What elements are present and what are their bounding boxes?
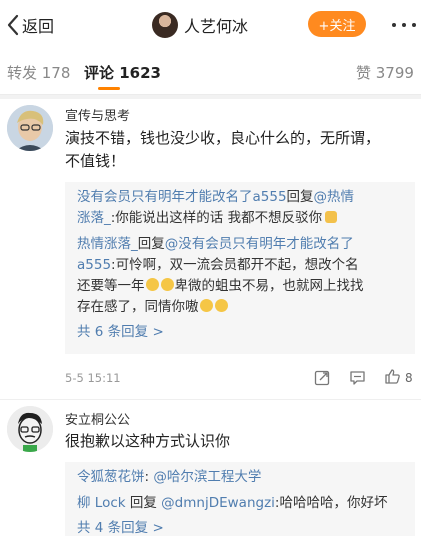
- user-header[interactable]: 人艺何冰: [152, 11, 248, 39]
- emoji-icon: [199, 299, 213, 312]
- reply-line: 还要等一年 卑微的蛆虫不易，也就网上找找: [77, 276, 411, 297]
- reply-text: :哈哈哈哈，你好坏: [274, 495, 388, 511]
- thumbs-up-emoji-icon: [325, 211, 338, 223]
- avatar[interactable]: [7, 105, 53, 151]
- user-name[interactable]: 人艺何冰: [184, 13, 248, 37]
- comment-item: 安立桐公公 很抱歉以这种方式认识你 令狐葱花饼: @哈尔滨工程大学 柳 Lock…: [0, 400, 421, 536]
- emoji-icon: [214, 299, 228, 312]
- comment-text-line: 不值钱！: [65, 152, 126, 170]
- emoji-icon: [160, 278, 174, 291]
- chevron-left-icon: [7, 14, 19, 36]
- reply-author[interactable]: 没有会员只有明年才能改名了a555: [77, 189, 287, 205]
- thumbs-up-icon[interactable]: [384, 368, 401, 385]
- reply-author[interactable]: 柳 Lock: [77, 495, 126, 511]
- tab-bar: 转发 178 评论 1623 赞 3799: [0, 50, 421, 95]
- more-replies-link[interactable]: 共 6 条回复 >: [77, 322, 411, 343]
- reply-author[interactable]: 令狐葱花饼: [77, 469, 145, 485]
- reply-text: 还要等一年: [77, 278, 145, 294]
- mention-link[interactable]: @dmnjDEwangzi: [161, 495, 275, 511]
- avatar[interactable]: [152, 12, 178, 38]
- reply-preview[interactable]: 没有会员只有明年才能改名了a555回复@热情 涨落_:你能说出这样的话 我都不想…: [65, 182, 415, 354]
- active-tab-indicator: [98, 87, 120, 90]
- reply-line: 涨落_:你能说出这样的话 我都不想反驳你: [77, 208, 411, 229]
- mention-link[interactable]: a555: [77, 257, 111, 273]
- reply-verb: 回复: [125, 495, 162, 511]
- comment-text-line: 演技不错，钱也没少收，良心什么的，无所谓，: [65, 129, 381, 147]
- mention-link[interactable]: @哈尔滨工程大学: [153, 469, 261, 485]
- reply-line: 柳 Lock 回复 @dmnjDEwangzi:哈哈哈哈，你好坏: [77, 493, 411, 514]
- mention-link[interactable]: @没有会员只有明年才能改名了: [165, 236, 354, 252]
- reply-preview[interactable]: 令狐葱花饼: @哈尔滨工程大学 柳 Lock 回复 @dmnjDEwangzi:…: [65, 462, 415, 536]
- emoji-icon: [145, 278, 159, 291]
- reply-text: 卑微的蛆虫不易，也就网上找找: [174, 278, 364, 294]
- reply-line: 令狐葱花饼: @哈尔滨工程大学: [77, 467, 411, 488]
- tab-comments[interactable]: 评论 1623: [84, 62, 161, 83]
- comment-item: 宣传与思考 演技不错，钱也没少收，良心什么的，无所谓， 不值钱！ 没有会员只有明…: [0, 99, 421, 399]
- back-label: 返回: [22, 17, 55, 36]
- reply-text: 存在感了，同情你嗷: [77, 299, 199, 315]
- reply-text: :你能说出这样的话 我都不想反驳你: [110, 210, 323, 226]
- comment-text: 演技不错，钱也没少收，良心什么的，无所谓， 不值钱！: [65, 127, 411, 173]
- reply-line: 热情涨落_回复@没有会员只有明年才能改名了: [77, 234, 411, 255]
- back-button[interactable]: 返回: [6, 12, 54, 38]
- tab-likes[interactable]: 赞 3799: [356, 62, 414, 83]
- comment-author[interactable]: 宣传与思考: [65, 105, 130, 124]
- mention-link[interactable]: @热情: [314, 189, 355, 205]
- reply-verb: 回复: [286, 189, 314, 205]
- comment-text: 很抱歉以这种方式认识你: [65, 430, 411, 453]
- comment-icon[interactable]: [349, 369, 366, 386]
- reply-text: :可怜啊，双一流会员都开不起，想改个名: [111, 257, 359, 273]
- reply-line: 没有会员只有明年才能改名了a555回复@热情: [77, 187, 411, 208]
- avatar[interactable]: [7, 406, 53, 452]
- follow-button[interactable]: +关注: [308, 11, 366, 37]
- reply-verb: 回复: [137, 236, 165, 252]
- reply-author[interactable]: 热情涨落_: [77, 236, 138, 252]
- comment-author[interactable]: 安立桐公公: [65, 409, 130, 428]
- share-icon[interactable]: [314, 369, 331, 386]
- more-dots-icon[interactable]: [392, 14, 416, 36]
- top-bar: 返回 人艺何冰 +关注: [0, 0, 421, 50]
- mention-link[interactable]: 涨落_: [77, 210, 111, 226]
- like-count: 8: [405, 371, 413, 385]
- reply-line: 存在感了，同情你嗷: [77, 297, 411, 318]
- tab-reposts[interactable]: 转发 178: [7, 62, 70, 83]
- reply-line: a555:可怜啊，双一流会员都开不起，想改个名: [77, 255, 411, 276]
- comment-time: 5-5 15:11: [65, 371, 121, 385]
- comment-text-line: 很抱歉以这种方式认识你: [65, 432, 231, 450]
